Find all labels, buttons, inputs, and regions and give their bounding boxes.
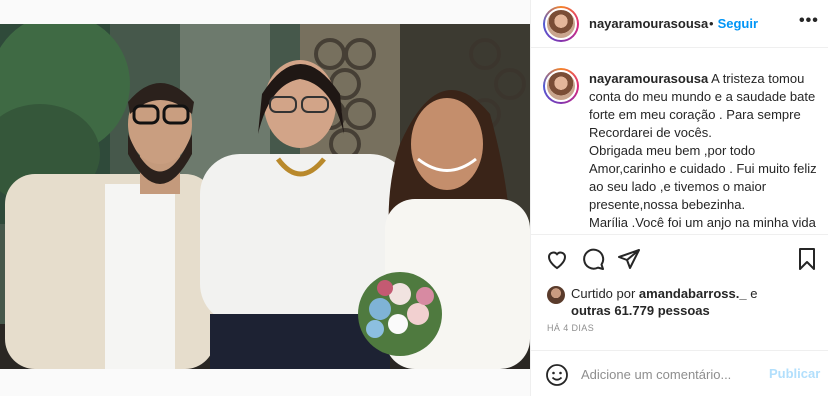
wedding-photo-illustration [0,24,530,369]
comment-input[interactable] [581,364,757,384]
bookmark-icon[interactable] [795,247,821,273]
more-options-icon[interactable]: ••• [799,12,819,30]
likes-prefix: Curtido por [571,286,639,301]
caption-username[interactable]: nayaramourasousa [589,71,708,86]
likes-summary: Curtido por amandabarross._ e outras 61.… [531,280,828,320]
post-caption: nayaramourasousa A tristeza tomou conta … [589,70,821,232]
smiley-icon[interactable] [545,363,569,387]
caption-text: A tristeza tomou conta do meu mundo e a … [589,71,817,230]
author-username[interactable]: nayaramourasousa [589,16,708,31]
likes-middle: e [746,286,758,301]
author-avatar[interactable] [543,6,579,42]
comment-bar: Publicar [531,350,828,396]
caption-area: nayaramourasousa A tristeza tomou conta … [531,60,828,232]
post-timestamp[interactable]: HÁ 4 DIAS [547,323,594,333]
publish-button[interactable]: Publicar [769,366,820,381]
post-header: nayaramourasousa • Seguir ••• [531,0,828,48]
liker-avatar[interactable] [547,286,565,304]
liker-username[interactable]: amandabarross._ [639,286,747,301]
follow-separator: • [709,16,714,31]
likes-text: Curtido por amandabarross._ e outras 61.… [571,285,821,319]
follow-button[interactable]: • Seguir [709,16,758,31]
post-photo[interactable] [0,24,530,369]
heart-icon[interactable] [545,247,571,273]
send-icon[interactable] [617,247,643,273]
caption-avatar[interactable] [543,68,579,104]
post-sidebar: nayaramourasousa • Seguir ••• nayaramoura… [530,0,828,396]
action-bar [531,234,828,280]
comment-icon[interactable] [581,247,607,273]
instagram-post: nayaramourasousa • Seguir ••• nayaramoura… [0,0,828,396]
likes-others[interactable]: outras 61.779 pessoas [571,303,710,318]
follow-label: Seguir [717,16,759,31]
